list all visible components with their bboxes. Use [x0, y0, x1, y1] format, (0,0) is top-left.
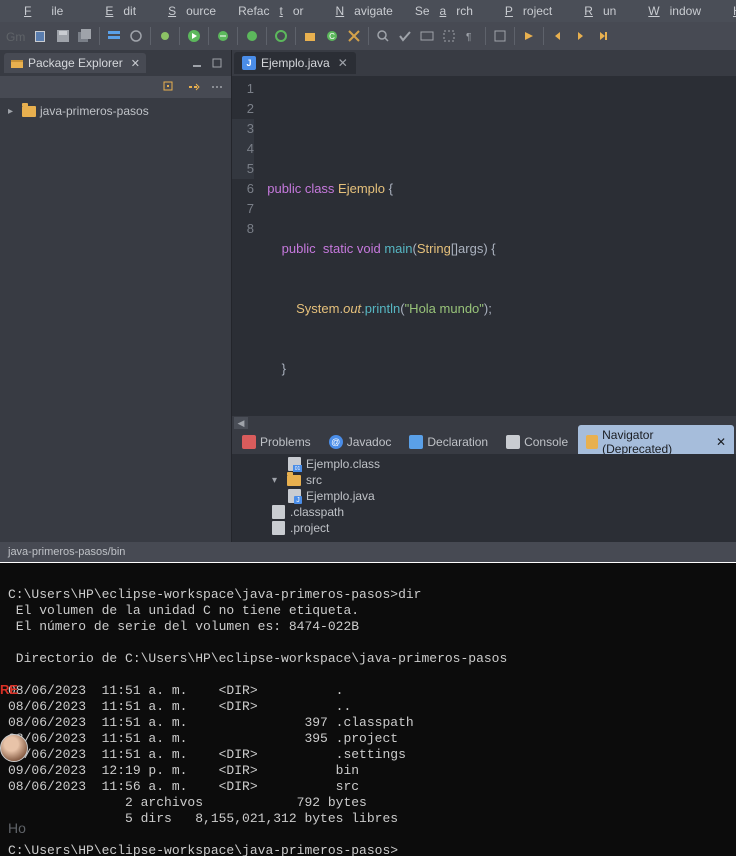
toggle-mark-icon[interactable] [395, 26, 415, 46]
package-explorer-title: Package Explorer [28, 56, 123, 70]
editor-tab[interactable]: J Ejemplo.java ✕ [234, 52, 356, 74]
class-file-icon [288, 457, 301, 471]
block-select-icon[interactable] [439, 26, 459, 46]
show-whitespace-icon[interactable]: ¶ [461, 26, 481, 46]
terminal[interactable]: C:\Users\HP\eclipse-workspace\java-prime… [0, 563, 736, 856]
toolbar: Gm C ¶ [0, 22, 736, 50]
skip-all-icon[interactable] [126, 26, 146, 46]
line-gutter: 1 2 3 4 5 6 7 8 [232, 76, 260, 416]
annotation-nav-icon[interactable] [417, 26, 437, 46]
folder-icon [287, 475, 301, 486]
close-icon[interactable]: ✕ [338, 56, 348, 70]
link-editor-icon[interactable] [183, 77, 203, 97]
save-icon[interactable] [53, 26, 73, 46]
toggle-breadcrumb-icon[interactable] [104, 26, 124, 46]
new-icon[interactable] [31, 26, 51, 46]
folder-icon [22, 106, 36, 117]
tab-declaration[interactable]: Declaration [401, 432, 496, 452]
package-explorer-tab[interactable]: Package Explorer ✕ [4, 53, 146, 73]
menu-run[interactable]: Run [564, 2, 626, 20]
menu-project[interactable]: Project [485, 2, 562, 20]
view-menu-icon[interactable] [207, 77, 227, 97]
console-icon [506, 435, 520, 449]
minimize-icon[interactable] [187, 53, 207, 73]
collapse-icon[interactable]: ▾ [272, 475, 282, 486]
ext-tools-icon[interactable] [271, 26, 291, 46]
list-item[interactable]: .project [232, 520, 736, 536]
run-last-icon[interactable] [242, 26, 262, 46]
hola-label: Ho [8, 820, 26, 836]
new-package-icon[interactable] [300, 26, 320, 46]
close-icon[interactable]: ✕ [716, 435, 726, 449]
avatar[interactable] [0, 734, 28, 762]
scroll-left-icon[interactable]: ◀ [234, 417, 248, 429]
problems-icon [242, 435, 256, 449]
recent-label: RE [0, 682, 18, 697]
save-all-icon[interactable] [75, 26, 95, 46]
menu-source[interactable]: Source [148, 2, 226, 20]
expand-icon[interactable]: ▸ [8, 106, 18, 117]
javadoc-icon: @ [329, 435, 343, 449]
file-icon [272, 505, 285, 519]
menu-search[interactable]: Search [405, 2, 483, 20]
code-editor[interactable]: 1 2 3 4 5 6 7 8 public class Ejemplo { p… [232, 76, 736, 416]
navigator-tree: Ejemplo.class ▾src Ejemplo.java .classpa… [232, 454, 736, 542]
menubar: File Edit Source Refactor Navigate Searc… [0, 0, 736, 22]
menu-edit[interactable]: Edit [85, 2, 146, 20]
search-icon[interactable] [373, 26, 393, 46]
menu-refactor[interactable]: Refactor [228, 2, 313, 20]
navigator-icon [586, 435, 598, 449]
tab-problems[interactable]: Problems [234, 432, 319, 452]
project-node[interactable]: ▸ java-primeros-pasos [0, 102, 231, 120]
list-item[interactable]: .classpath [232, 504, 736, 520]
tab-javadoc[interactable]: @Javadoc [321, 432, 400, 452]
pin-icon[interactable] [490, 26, 510, 46]
list-item[interactable]: Ejemplo.java [232, 488, 736, 504]
java-file-icon: J [242, 56, 256, 70]
menu-file[interactable]: File [4, 2, 83, 20]
java-file-icon [288, 489, 301, 503]
statusbar: java-primeros-pasos/bin [0, 542, 736, 562]
declaration-icon [409, 435, 423, 449]
last-edit-icon[interactable] [592, 26, 612, 46]
debug-icon[interactable] [155, 26, 175, 46]
next-annotation-icon[interactable] [519, 26, 539, 46]
forward-icon[interactable] [570, 26, 590, 46]
package-icon [10, 56, 24, 70]
svg-text:¶: ¶ [466, 32, 471, 43]
editor-tab-label: Ejemplo.java [261, 56, 330, 70]
menu-window[interactable]: Window [628, 2, 711, 20]
menu-help[interactable]: Help [713, 2, 736, 20]
tab-console[interactable]: Console [498, 432, 576, 452]
status-text: java-primeros-pasos/bin [8, 546, 125, 558]
close-icon[interactable]: ✕ [131, 57, 140, 70]
svg-text:C: C [329, 32, 335, 41]
open-type-icon[interactable] [344, 26, 364, 46]
list-item[interactable]: Ejemplo.class [232, 456, 736, 472]
gmail-label: Gm [4, 30, 29, 44]
menu-navigate[interactable]: Navigate [315, 2, 402, 20]
maximize-icon[interactable] [207, 53, 227, 73]
back-icon[interactable] [548, 26, 568, 46]
file-icon [272, 521, 285, 535]
collapse-all-icon[interactable] [159, 77, 179, 97]
project-name: java-primeros-pasos [40, 104, 149, 118]
new-class-icon[interactable]: C [322, 26, 342, 46]
list-item[interactable]: ▾src [232, 472, 736, 488]
run-icon[interactable] [184, 26, 204, 46]
coverage-icon[interactable] [213, 26, 233, 46]
